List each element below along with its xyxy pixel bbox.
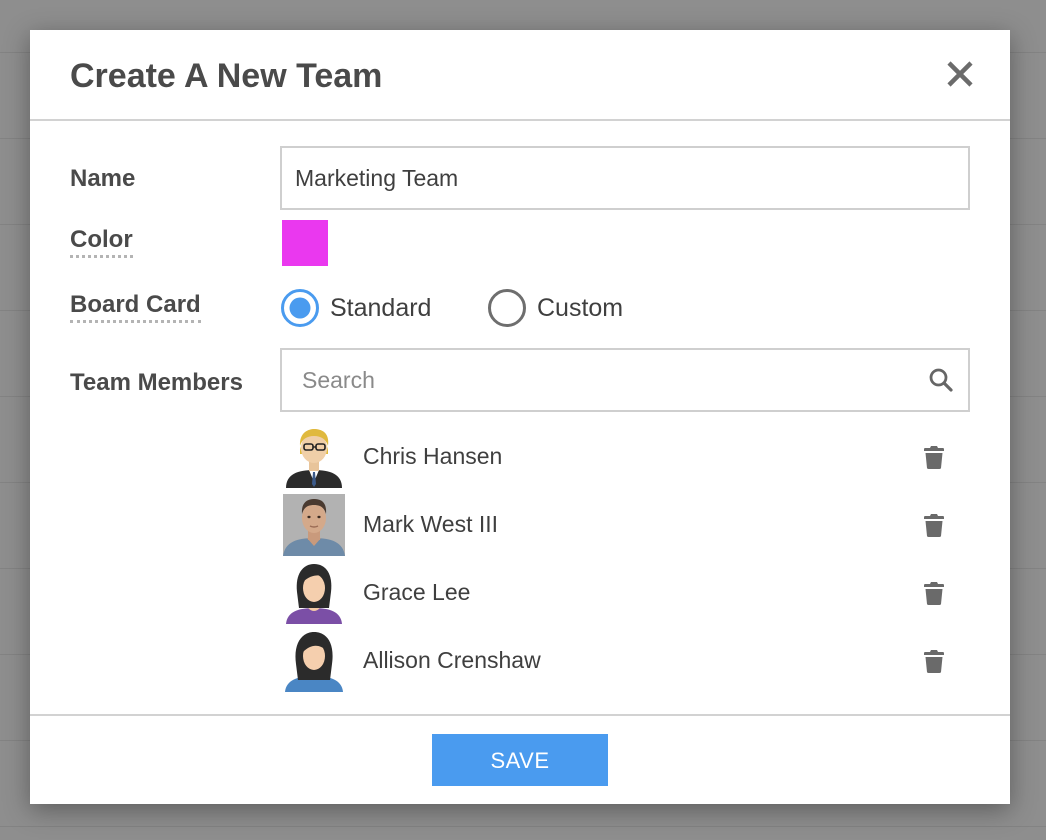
radio-custom-label: Custom <box>537 294 624 322</box>
search-icon[interactable] <box>928 367 954 393</box>
dialog-title: Create A New Team <box>70 57 383 95</box>
member-name: Grace Lee <box>363 579 471 605</box>
color-label: Color <box>70 225 133 258</box>
search-placeholder: Search <box>302 367 375 393</box>
radio-custom[interactable]: Custom <box>487 288 647 328</box>
close-button[interactable] <box>946 58 974 90</box>
name-value: Marketing Team <box>295 165 459 191</box>
trash-icon[interactable] <box>923 444 945 470</box>
radio-standard[interactable]: Standard <box>280 288 450 328</box>
background-divider <box>0 826 1046 827</box>
avatar <box>283 494 345 556</box>
create-team-dialog: Create A New Team Name Marketing Team Co… <box>30 30 1010 804</box>
trash-icon[interactable] <box>923 580 945 606</box>
member-name: Chris Hansen <box>363 443 503 469</box>
board-card-label: Board Card <box>70 290 201 323</box>
member-row: Grace Lee <box>283 562 945 624</box>
radio-standard-label: Standard <box>330 294 432 322</box>
radio-unselected-icon <box>488 289 526 327</box>
member-row: Allison Crenshaw <box>283 630 945 692</box>
avatar <box>283 562 345 624</box>
trash-icon[interactable] <box>923 512 945 538</box>
member-search-input[interactable]: Search <box>280 348 970 412</box>
color-swatch[interactable] <box>282 220 328 266</box>
color-label-text: Color <box>70 226 133 258</box>
name-label: Name <box>70 165 136 192</box>
team-members-label: Team Members <box>70 369 243 396</box>
close-icon <box>947 61 973 87</box>
trash-icon[interactable] <box>923 648 945 674</box>
footer-divider <box>30 714 1010 716</box>
dialog-header: Create A New Team <box>30 30 1010 121</box>
avatar <box>283 426 345 488</box>
name-field[interactable]: Marketing Team <box>280 146 970 210</box>
member-row: Mark West III <box>283 494 945 556</box>
avatar <box>283 630 345 692</box>
member-name: Allison Crenshaw <box>363 647 541 673</box>
board-card-label-text: Board Card <box>70 291 201 323</box>
member-name: Mark West III <box>363 511 499 537</box>
radio-selected-icon <box>281 289 319 327</box>
member-row: Chris Hansen <box>283 426 945 488</box>
save-button[interactable]: SAVE <box>432 734 608 786</box>
